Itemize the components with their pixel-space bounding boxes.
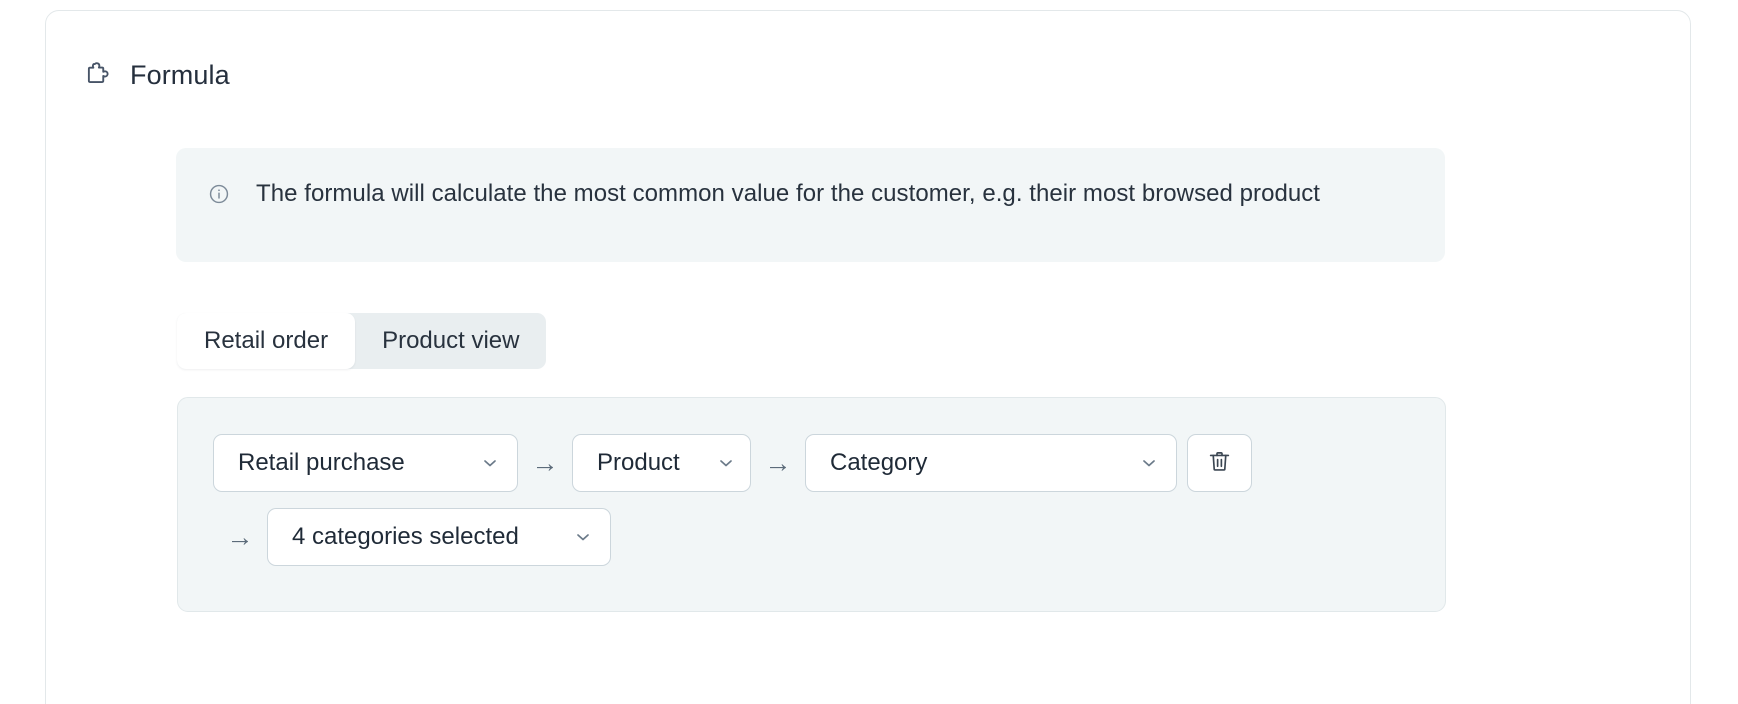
chevron-down-icon [551, 527, 593, 547]
trash-icon [1207, 449, 1232, 477]
info-circle-icon [208, 176, 230, 210]
select-product[interactable]: Product [572, 434, 751, 492]
card-header: Formula [46, 11, 1690, 91]
select-product-label: Product [597, 449, 680, 476]
select-categories[interactable]: 4 categories selected [267, 508, 611, 566]
formula-row: → 4 categories selected [213, 508, 1445, 566]
info-banner: The formula will calculate the most comm… [176, 148, 1445, 262]
screen-root: Formula The formula will calculate the m… [0, 0, 1738, 704]
select-category-label: Category [830, 449, 928, 476]
page-title: Formula [130, 60, 230, 90]
select-category[interactable]: Category [805, 434, 1177, 492]
formula-builder-panel: Retail purchase → Product → Category → 4… [177, 397, 1446, 612]
info-banner-text: The formula will calculate the most comm… [256, 180, 1321, 207]
tab-product-view[interactable]: Product view [355, 313, 546, 369]
tab-retail-order[interactable]: Retail order [177, 313, 356, 369]
select-retail-purchase-label: Retail purchase [238, 449, 405, 476]
flow-arrow-icon: → [226, 521, 254, 552]
delete-formula-row-button[interactable] [1187, 434, 1252, 492]
source-segmented-control: Retail order Product view [177, 313, 547, 369]
puzzle-piece-icon [83, 60, 113, 90]
chevron-down-icon [694, 453, 736, 473]
select-retail-purchase[interactable]: Retail purchase [213, 434, 518, 492]
chevron-down-icon [458, 453, 500, 473]
formula-card: Formula The formula will calculate the m… [45, 10, 1691, 704]
flow-arrow-icon: → [531, 447, 559, 478]
select-categories-label: 4 categories selected [292, 523, 519, 550]
chevron-down-icon [1117, 453, 1159, 473]
flow-arrow-icon: → [764, 447, 792, 478]
formula-row: Retail purchase → Product → Category [213, 434, 1445, 492]
